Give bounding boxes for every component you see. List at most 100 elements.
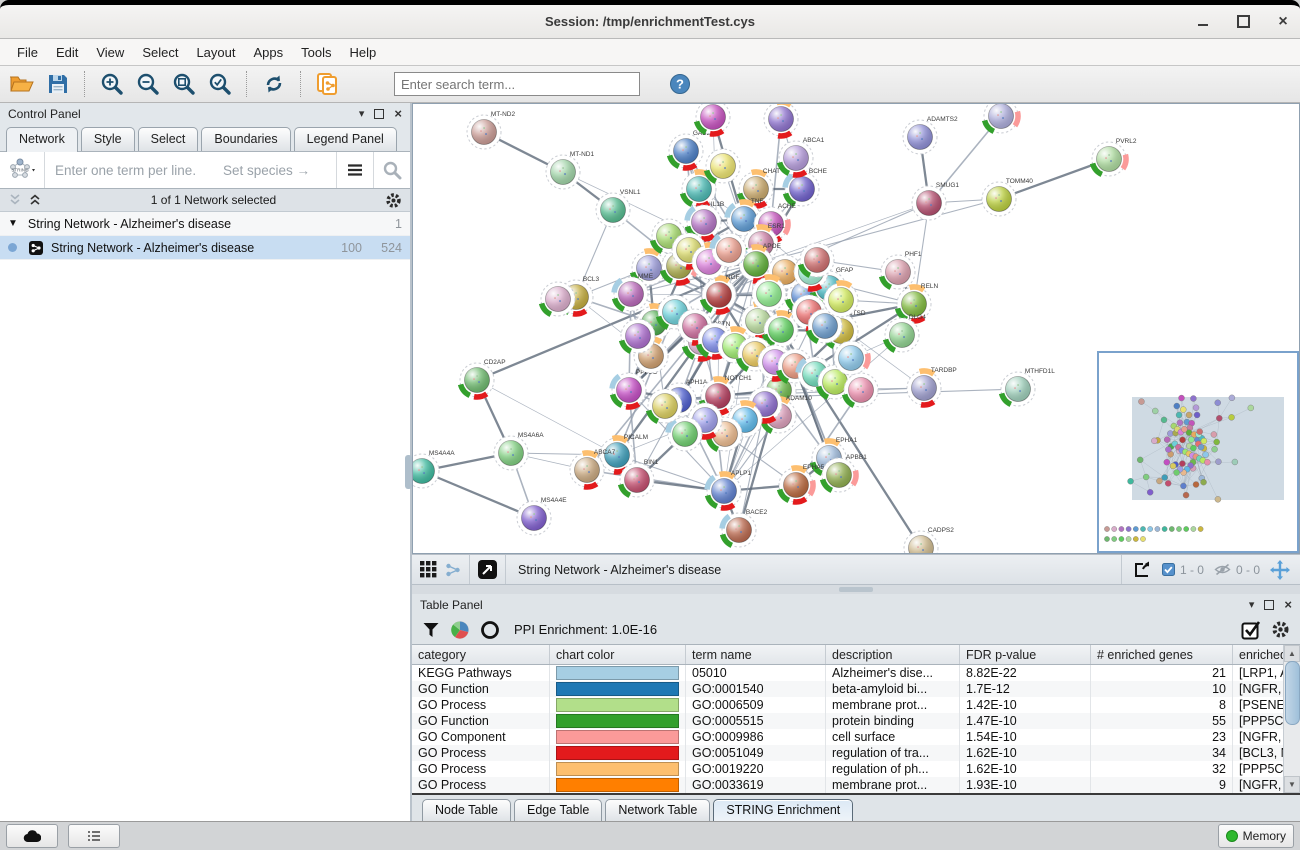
horizontal-divider[interactable] xyxy=(412,585,1300,594)
node[interactable] xyxy=(706,149,740,183)
string-term-input[interactable]: Enter one term per line. xyxy=(45,163,223,178)
import-network-button[interactable] xyxy=(312,69,344,99)
node[interactable] xyxy=(764,104,798,136)
node[interactable] xyxy=(621,319,655,353)
node[interactable] xyxy=(834,341,868,375)
birdseye-view[interactable] xyxy=(1097,351,1299,553)
node[interactable] xyxy=(752,277,786,311)
close-button[interactable]: × xyxy=(1276,15,1290,29)
gear-icon[interactable] xyxy=(385,192,402,209)
node-ADAMTS2[interactable]: ADAMTS2 xyxy=(903,116,958,154)
table-panel-menu-icon[interactable]: ▾ xyxy=(1249,598,1255,611)
column-header-description[interactable]: description xyxy=(826,645,960,665)
column-header-chart-color[interactable]: chart color xyxy=(550,645,686,665)
table-row[interactable]: GO ComponentGO:0009986cell surface1.54E-… xyxy=(412,729,1300,745)
string-search-button[interactable] xyxy=(373,152,410,188)
set-species-label[interactable]: Set species → xyxy=(223,163,310,178)
network-row[interactable]: String Network - Alzheimer's disease 100… xyxy=(0,236,410,260)
tab-edge-table[interactable]: Edge Table xyxy=(514,799,602,821)
grid-icon[interactable] xyxy=(420,561,437,578)
menu-apps[interactable]: Apps xyxy=(245,41,293,64)
node-TOMM40[interactable]: TOMM40 xyxy=(982,178,1033,216)
node-SMUG1[interactable]: SMUG1 xyxy=(912,182,959,220)
node[interactable] xyxy=(541,282,575,316)
control-panel-menu-icon[interactable]: ▾ xyxy=(359,107,365,120)
tab-network[interactable]: Network xyxy=(6,127,78,152)
expand-all-icon[interactable] xyxy=(28,193,42,207)
menu-file[interactable]: File xyxy=(8,41,47,64)
node[interactable] xyxy=(824,283,858,317)
maximize-button[interactable] xyxy=(1236,15,1250,29)
tab-legend-panel[interactable]: Legend Panel xyxy=(294,127,397,151)
node-MS4A6A[interactable]: MS4A6A xyxy=(494,432,544,470)
node-TARDBP[interactable]: TARDBP xyxy=(907,367,957,405)
node[interactable] xyxy=(696,104,730,134)
selected-checkbox-icon[interactable] xyxy=(1162,563,1175,576)
refresh-button[interactable] xyxy=(258,69,290,99)
zoom-selected-button[interactable] xyxy=(204,69,236,99)
share-view-icon[interactable] xyxy=(445,562,461,578)
network-collection-row[interactable]: ▼ String Network - Alzheimer's disease 1 xyxy=(0,212,410,236)
menu-select[interactable]: Select xyxy=(133,41,187,64)
help-button[interactable]: ? xyxy=(664,69,696,99)
tab-network-table[interactable]: Network Table xyxy=(605,799,710,821)
zoom-in-button[interactable] xyxy=(96,69,128,99)
table-row[interactable]: GO ProcessGO:0033619membrane prot...1.93… xyxy=(412,777,1300,793)
network-view[interactable]: MT-ND2MT-ND1VSNL1GAB2IRS1CHATBCHEIL1BTNF… xyxy=(412,103,1300,554)
node-PVRL2[interactable]: PVRL2 xyxy=(1092,138,1137,176)
export-icon[interactable] xyxy=(1132,560,1152,580)
jobs-button[interactable] xyxy=(6,824,58,848)
table-scrollbar[interactable]: ▲ ▼ xyxy=(1283,645,1300,793)
node[interactable] xyxy=(844,373,878,407)
table-row[interactable]: GO ProcessGO:0019220regulation of ph...1… xyxy=(412,761,1300,777)
panel-divider-grip[interactable] xyxy=(405,455,412,489)
string-options-button[interactable] xyxy=(336,152,373,188)
table-row[interactable]: GO FunctionGO:0001540beta-amyloid bi...1… xyxy=(412,681,1300,697)
node-MTHFD1L[interactable]: MTHFD1L xyxy=(1001,368,1055,406)
string-logo-icon[interactable]: STRING xyxy=(0,152,45,188)
open-session-button[interactable] xyxy=(6,69,38,99)
pie-chart-icon[interactable] xyxy=(450,620,470,640)
scroll-up-arrow[interactable]: ▲ xyxy=(1284,645,1300,662)
zoom-fit-button[interactable] xyxy=(168,69,200,99)
ring-chart-icon[interactable] xyxy=(480,620,500,640)
scroll-thumb[interactable] xyxy=(1285,661,1300,725)
detach-view-icon[interactable] xyxy=(478,560,497,579)
pan-tool-icon[interactable] xyxy=(1270,560,1290,580)
node[interactable] xyxy=(984,104,1018,133)
column-header-category[interactable]: category xyxy=(412,645,550,665)
control-panel-float-icon[interactable] xyxy=(374,109,384,119)
control-panel-close-icon[interactable]: × xyxy=(394,106,402,121)
tab-boundaries[interactable]: Boundaries xyxy=(201,127,290,151)
node-VSNL1[interactable]: VSNL1 xyxy=(596,189,641,227)
tab-style[interactable]: Style xyxy=(81,127,135,151)
node-EPHA5[interactable]: EPHA5 xyxy=(779,464,825,502)
menu-layout[interactable]: Layout xyxy=(187,41,244,64)
table-panel-close-icon[interactable]: × xyxy=(1284,597,1292,612)
menu-edit[interactable]: Edit xyxy=(47,41,87,64)
table-row[interactable]: GO ProcessGO:0006509membrane prot...1.42… xyxy=(412,697,1300,713)
table-settings-gear-icon[interactable] xyxy=(1271,620,1290,639)
column-header-fdr-p-value[interactable]: FDR p-value xyxy=(960,645,1091,665)
task-history-button[interactable] xyxy=(68,824,120,848)
table-row[interactable]: GO ProcessGO:0051049regulation of tra...… xyxy=(412,745,1300,761)
table-row[interactable]: KEGG Pathways05010Alzheimer's dise...8.8… xyxy=(412,665,1300,682)
collapse-arrow-icon[interactable]: ▼ xyxy=(8,218,18,229)
column-header--enriched-genes[interactable]: # enriched genes xyxy=(1091,645,1233,665)
node-MME[interactable]: MME xyxy=(614,273,654,311)
node-NGF[interactable]: NGF xyxy=(702,274,740,312)
menu-tools[interactable]: Tools xyxy=(292,41,340,64)
node-BACE2[interactable]: BACE2 xyxy=(722,509,768,547)
zoom-out-button[interactable] xyxy=(132,69,164,99)
scroll-down-arrow[interactable]: ▼ xyxy=(1284,776,1300,793)
filter-icon[interactable] xyxy=(422,621,440,639)
node-CADPS2[interactable]: CADPS2 xyxy=(904,527,954,553)
table-panel-float-icon[interactable] xyxy=(1264,600,1274,610)
node-GAB2[interactable]: GAB2 xyxy=(669,130,711,168)
node[interactable] xyxy=(712,233,746,267)
select-rows-icon[interactable] xyxy=(1241,620,1261,640)
node-PHF1[interactable]: PHF1 xyxy=(881,251,922,289)
node[interactable] xyxy=(648,389,682,423)
eye-off-icon[interactable] xyxy=(1214,563,1231,576)
node[interactable] xyxy=(800,243,834,277)
